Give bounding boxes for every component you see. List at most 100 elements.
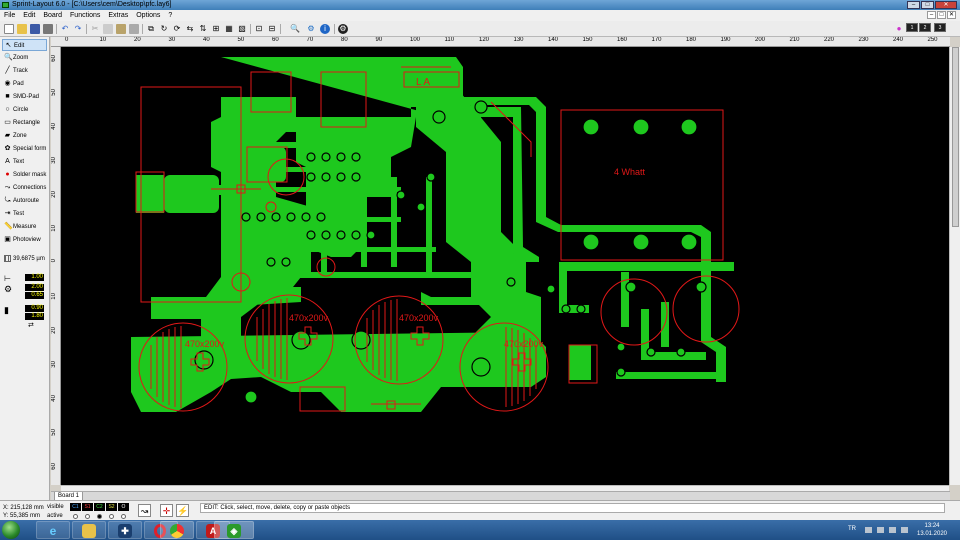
magenta-dot-icon[interactable]: ● (894, 24, 904, 34)
maximize-button[interactable]: □ (921, 1, 934, 9)
smd-height-field[interactable]: 1.80 (25, 313, 44, 320)
pad-inner-field[interactable]: 0.65 (25, 292, 44, 299)
drc-icon[interactable]: ⚡ (176, 504, 189, 517)
mdi-restore-button[interactable]: □ (937, 11, 946, 19)
network-tray-icon[interactable] (877, 527, 884, 533)
taskbar-file-explorer[interactable] (72, 521, 106, 539)
tool-zoom[interactable]: 🔍 Zoom (2, 52, 47, 64)
menu-options[interactable]: Options (132, 10, 164, 21)
active-radio-s1[interactable] (85, 514, 90, 519)
tool-pad[interactable]: ◉ Pad (2, 78, 47, 90)
tool-edit[interactable]: ↖ Edit (2, 39, 47, 51)
menu-edit[interactable]: Edit (19, 10, 39, 21)
menu-file[interactable]: File (0, 10, 19, 21)
menu-extras[interactable]: Extras (104, 10, 132, 21)
track-width-field[interactable]: 1.00 (25, 274, 44, 281)
rectangle-icon: ▭ (4, 119, 11, 126)
settings-gear-icon[interactable]: ⚙ (338, 24, 348, 34)
copy-icon[interactable] (103, 24, 113, 34)
flag-tray-icon[interactable] (901, 527, 908, 533)
pcb-board[interactable]: 4 Whatt 470x200v 470x200v 470x200v 470x2… (61, 47, 949, 485)
group-icon[interactable]: ▦ (224, 24, 234, 34)
snap-icon[interactable]: ✛ (160, 504, 173, 517)
unlock-icon[interactable]: ⊟ (267, 24, 277, 34)
ruler-top-label: 90 (375, 37, 383, 43)
layer-s2[interactable]: S2 (106, 503, 117, 511)
ruler-left-label: 40 (51, 123, 57, 130)
ruler-top-label: 30 (168, 37, 176, 43)
tool-autoroute[interactable]: ⤿ Autoroute (2, 195, 47, 207)
tool-text[interactable]: A Text (2, 156, 47, 168)
paste-icon[interactable] (116, 24, 126, 34)
layer-o[interactable]: O (118, 503, 129, 511)
active-radio-c2[interactable] (97, 514, 102, 519)
tool-track[interactable]: ╱ Track (2, 65, 47, 77)
active-radio-c1[interactable] (73, 514, 78, 519)
layer-toggle-1-icon[interactable]: 1 (906, 23, 918, 32)
mdi-close-button[interactable]: ✕ (947, 11, 956, 19)
print-icon[interactable] (43, 24, 53, 34)
menu-functions[interactable]: Functions (66, 10, 104, 21)
align-icon[interactable]: ⊞ (211, 24, 221, 34)
mirror-v-icon[interactable]: ⇅ (198, 24, 208, 34)
ruler-top-label: 120 (479, 37, 490, 43)
menu-help[interactable]: ? (164, 10, 176, 21)
rotate-arrow-icon[interactable]: ⟳ (172, 24, 182, 34)
swap-icon[interactable]: ⇄ (28, 321, 34, 329)
chrome-icon (170, 524, 184, 538)
zoom-icon[interactable]: 🔍 (290, 24, 300, 34)
tool-special-form[interactable]: ✿ Special form (2, 143, 47, 155)
mdi-minimize-button[interactable]: – (927, 11, 936, 19)
tool-zone[interactable]: ▰ Zone (2, 130, 47, 142)
taskbar-chrome[interactable] (160, 521, 194, 539)
pcb-canvas[interactable]: 4 Whatt 470x200v 470x200v 470x200v 470x2… (61, 47, 949, 485)
tool-solder-mask[interactable]: ● Solder mask (2, 169, 47, 181)
taskbar-game-controller[interactable]: ✚ (108, 521, 142, 539)
grid-size[interactable]: 39,6875 µm (2, 253, 45, 265)
active-radio-s2[interactable] (109, 514, 114, 519)
network-icon[interactable]: ⚙ (306, 24, 316, 34)
language-indicator[interactable]: TR (848, 526, 856, 532)
duplicate-icon[interactable]: ⧉ (146, 24, 156, 34)
ungroup-icon[interactable]: ▧ (237, 24, 247, 34)
tool-photoview[interactable]: ▣ Photoview (2, 234, 47, 246)
tool-circle[interactable]: ○ Circle (2, 104, 47, 116)
layer-toggle-3-icon[interactable]: 3 (934, 23, 946, 32)
minimize-button[interactable]: – (907, 1, 920, 9)
volume-tray-icon[interactable] (889, 527, 896, 533)
taskbar-internet-explorer[interactable]: e (36, 521, 70, 539)
layer-toggle-2-icon[interactable]: 2 (919, 23, 931, 32)
redo-icon[interactable]: ↷ (73, 24, 83, 34)
cut-icon[interactable]: ✂ (90, 24, 100, 34)
tool-test[interactable]: ⇥ Test (2, 208, 47, 220)
rubberband-icon[interactable]: ↝ (138, 504, 151, 517)
tool-smd-pad[interactable]: ■ SMD-Pad (2, 91, 47, 103)
new-file-icon[interactable] (4, 24, 14, 34)
info-icon[interactable]: i (320, 24, 330, 34)
smd-width-field[interactable]: 0.90 (25, 305, 44, 312)
tool-connections[interactable]: ⤳ Connections (2, 182, 47, 194)
save-icon[interactable] (30, 24, 40, 34)
clock[interactable]: 13:24 13.01.2020 (912, 522, 952, 538)
vertical-scrollbar[interactable] (949, 47, 960, 485)
tray-arrow-icon[interactable] (865, 527, 872, 533)
menu-board[interactable]: Board (39, 10, 66, 21)
tool-rectangle[interactable]: ▭ Rectangle (2, 117, 47, 129)
rotate-icon[interactable]: ↻ (159, 24, 169, 34)
start-button[interactable] (2, 521, 20, 539)
active-radio-o[interactable] (121, 514, 126, 519)
lock-icon[interactable]: ⊡ (254, 24, 264, 34)
tool-measure[interactable]: 📏 Measure (2, 221, 47, 233)
undo-icon[interactable]: ↶ (60, 24, 70, 34)
mirror-h-icon[interactable]: ⇆ (185, 24, 195, 34)
close-button[interactable]: ✕ (935, 1, 957, 9)
vertical-scroll-thumb[interactable] (952, 47, 959, 227)
layer-c2[interactable]: C2 (94, 503, 105, 511)
pad-outer-field[interactable]: 2.00 (25, 284, 44, 291)
window-title: Sprint-Layout 6.0 - [C:\Users\cem\Deskto… (12, 1, 172, 8)
open-folder-icon[interactable] (17, 24, 27, 34)
delete-icon[interactable] (129, 24, 139, 34)
layer-s1[interactable]: S1 (82, 503, 93, 511)
taskbar-sprint-layout[interactable]: ◈ (214, 521, 254, 539)
layer-c1[interactable]: C1 (70, 503, 81, 511)
